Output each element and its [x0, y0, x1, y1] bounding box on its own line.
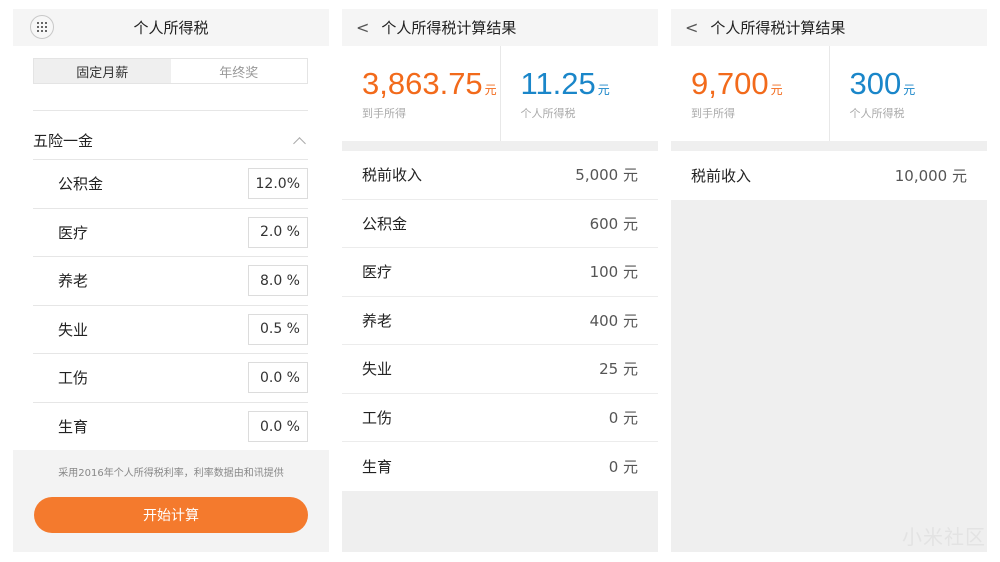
tax-calculator-form-panel: 个人所得税 固定月薪 年终奖 五险一金 公积金 12.0% 医疗 2.0 % 养… — [13, 9, 329, 552]
net-income-unit: 元 — [770, 83, 783, 97]
detail-label: 税前收入 — [691, 166, 752, 185]
list-item: 生育 0 元 — [342, 442, 658, 491]
detail-label: 公积金 — [362, 214, 408, 233]
detail-value: 0 元 — [608, 408, 638, 427]
detail-value: 100 元 — [589, 263, 638, 282]
community-watermark: 小米社区 — [902, 525, 986, 549]
income-tax-amount: 11.25 — [520, 66, 596, 101]
income-tax-unit: 元 — [597, 83, 610, 97]
page-title: 个人所得税 — [133, 19, 209, 37]
rate-label: 医疗 — [58, 223, 89, 242]
rate-label: 养老 — [58, 272, 89, 291]
list-item: 失业 25 元 — [342, 345, 658, 394]
rate-row-injury: 工伤 0.0 % — [33, 354, 308, 403]
monthly-result-panel: < 个人所得税计算结果 3,863.75 元 到手所得 11.25 元 个人所得税 … — [342, 9, 658, 552]
insurance-rate-list: 公积金 12.0% 医疗 2.0 % 养老 8.0 % 失业 0.5 % 工伤 … — [33, 160, 308, 451]
page-title: 个人所得税计算结果 — [381, 19, 517, 37]
net-income-label: 到手所得 — [691, 107, 735, 120]
unemployment-rate-input[interactable]: 0.5 % — [248, 313, 308, 345]
rate-row-maternity: 生育 0.0 % — [33, 403, 308, 452]
chevron-up-icon[interactable] — [293, 136, 306, 150]
list-item: 税前收入 5,000 元 — [342, 151, 658, 200]
list-item: 工伤 0 元 — [342, 394, 658, 442]
rate-row-pension: 养老 8.0 % — [33, 257, 308, 306]
page-title: 个人所得税计算结果 — [710, 19, 846, 37]
rate-label: 失业 — [58, 320, 89, 339]
detail-value: 5,000 元 — [575, 166, 638, 185]
detail-value: 600 元 — [589, 214, 638, 233]
maternity-rate-input[interactable]: 0.0 % — [248, 411, 308, 443]
medical-rate-input[interactable]: 2.0 % — [248, 216, 308, 248]
detail-value: 400 元 — [589, 311, 638, 330]
title-bar: < 个人所得税计算结果 — [671, 9, 987, 46]
title-bar: 个人所得税 — [13, 9, 329, 46]
detail-value: 25 元 — [599, 360, 638, 379]
result-detail-list: 税前收入 5,000 元 公积金 600 元 医疗 100 元 养老 400 元 失业 2… — [342, 151, 658, 491]
detail-label: 医疗 — [362, 263, 393, 282]
net-income-summary: 3,863.75 元 到手所得 — [342, 46, 500, 141]
detail-label: 养老 — [362, 311, 393, 330]
rate-label: 公积金 — [58, 175, 104, 194]
detail-label: 工伤 — [362, 408, 393, 427]
chevron-left-icon[interactable]: < — [685, 18, 698, 37]
detail-value: 0 元 — [608, 457, 638, 476]
rate-source-note: 采用2016年个人所得税利率，利率数据由和讯提供 — [58, 468, 284, 479]
net-income-amount: 9,700 — [691, 66, 769, 101]
salary-type-tabs: 固定月薪 年终奖 — [33, 58, 308, 84]
detail-label: 税前收入 — [362, 166, 423, 185]
insurance-section-header[interactable]: 五险一金 — [33, 122, 308, 160]
detail-value: 10,000 元 — [894, 166, 967, 185]
rate-row-housing-fund: 公积金 12.0% — [33, 160, 308, 209]
detail-label: 生育 — [362, 457, 393, 476]
form-footer: 采用2016年个人所得税利率，利率数据由和讯提供 开始计算 — [13, 450, 329, 552]
divider — [33, 110, 308, 111]
rate-label: 生育 — [58, 418, 89, 437]
tab-annual-bonus[interactable]: 年终奖 — [170, 59, 307, 83]
income-tax-label: 个人所得税 — [849, 107, 905, 120]
list-item: 公积金 600 元 — [342, 200, 658, 248]
income-tax-amount: 300 — [849, 66, 902, 101]
tab-fixed-salary[interactable]: 固定月薪 — [34, 59, 171, 83]
income-tax-unit: 元 — [903, 83, 916, 97]
injury-rate-input[interactable]: 0.0 % — [248, 362, 308, 394]
housing-fund-rate-input[interactable]: 12.0% — [248, 168, 308, 200]
net-income-summary: 9,700 元 到手所得 — [671, 46, 829, 141]
menu-grid-icon[interactable] — [30, 15, 54, 39]
rate-row-unemployment: 失业 0.5 % — [33, 306, 308, 354]
income-tax-summary: 300 元 个人所得税 — [828, 46, 988, 141]
result-detail-list: 税前收入 10,000 元 — [671, 151, 987, 200]
section-title: 五险一金 — [33, 132, 94, 150]
list-item: 养老 400 元 — [342, 297, 658, 345]
result-summary: 9,700 元 到手所得 300 元 个人所得税 — [671, 46, 987, 141]
net-income-unit: 元 — [484, 83, 497, 97]
rate-label: 工伤 — [58, 369, 89, 388]
chevron-left-icon[interactable]: < — [356, 18, 369, 37]
rate-row-medical: 医疗 2.0 % — [33, 209, 308, 257]
list-item: 税前收入 10,000 元 — [671, 151, 987, 200]
title-bar: < 个人所得税计算结果 — [342, 9, 658, 46]
net-income-label: 到手所得 — [362, 107, 406, 120]
list-item: 医疗 100 元 — [342, 248, 658, 297]
start-calculation-button[interactable]: 开始计算 — [34, 497, 308, 533]
detail-label: 失业 — [362, 360, 393, 379]
result-summary: 3,863.75 元 到手所得 11.25 元 个人所得税 — [342, 46, 658, 141]
income-tax-label: 个人所得税 — [520, 107, 576, 120]
bonus-result-panel: < 个人所得税计算结果 9,700 元 到手所得 300 元 个人所得税 税前收入 1… — [671, 9, 987, 552]
income-tax-summary: 11.25 元 个人所得税 — [499, 46, 659, 141]
pension-rate-input[interactable]: 8.0 % — [248, 265, 308, 297]
net-income-amount: 3,863.75 — [362, 66, 483, 101]
